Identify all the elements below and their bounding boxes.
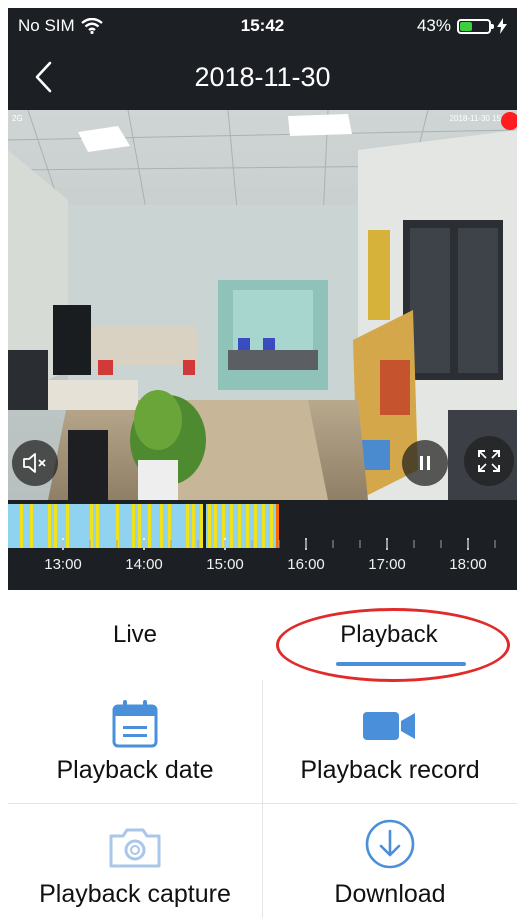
camera-feed-image [8,110,517,500]
status-time: 15:42 [240,16,285,35]
playback-record-button[interactable]: Playback record [263,680,517,800]
recorded-segment [8,504,203,548]
playback-capture-label: Playback capture [39,880,231,908]
battery-fill [460,21,473,31]
video-player[interactable]: 2G 2018-11-30 15 [8,110,517,500]
motion-event-mark [214,504,217,548]
motion-event-mark [200,504,203,548]
timeline-hour-label: 14:00 [125,556,163,573]
playback-timeline[interactable]: 13:00 14:00 15:00 16:00 17:00 18:00 [8,500,517,590]
recording-indicator [501,112,517,130]
motion-event-mark [30,504,33,548]
timeline-hour-label: 17:00 [368,556,406,573]
pause-icon [420,456,430,470]
motion-event-mark [132,504,135,548]
download-label: Download [334,880,446,908]
chevron-left-icon [35,61,52,93]
playback-record-label: Playback record [300,756,480,784]
timeline-hour-label: 16:00 [287,556,325,573]
motion-event-mark [20,504,23,548]
motion-event-mark [246,504,249,548]
nav-bar: 2018-11-30 [8,44,517,110]
timeline-track[interactable] [8,500,517,590]
back-button[interactable] [30,60,60,94]
download-button[interactable]: Download [263,804,517,924]
timeline-hour-label: 18:00 [449,556,487,573]
playback-actions: Playback date Playback record Playback c… [8,680,517,918]
page-title: 2018-11-30 [194,62,331,92]
speaker-mute-icon [23,453,46,473]
motion-event-mark [186,504,189,548]
playback-capture-button[interactable]: Playback capture [8,804,262,924]
motion-event-mark [270,504,273,548]
fullscreen-button[interactable] [464,436,514,486]
fullscreen-icon [478,450,500,472]
motion-event-mark [192,504,195,548]
motion-event-mark [66,504,69,548]
motion-event-mark [208,504,211,548]
timeline-hour-label: 13:00 [44,556,82,573]
playback-date-button[interactable]: Playback date [8,680,262,800]
video-camera-icon [363,712,415,740]
motion-event-mark [262,504,265,548]
charging-icon [497,18,507,34]
timeline-hour-label: 15:00 [206,556,244,573]
download-icon [365,819,415,869]
battery-icon [457,18,494,34]
motion-event-mark [96,504,99,548]
carrier-label: No SIM [18,16,75,35]
status-bar: No SIM 15:42 43% [8,8,517,44]
motion-event-mark [148,504,151,548]
tab-live[interactable]: Live [8,600,262,676]
motion-event-mark [238,504,241,548]
battery-percent: 43% [416,16,451,35]
mute-button[interactable] [12,440,58,486]
overlay-timestamp: 2018-11-30 15 [449,114,501,123]
wifi-icon [80,18,103,34]
overlay-label-left: 2G [12,114,23,123]
pause-button[interactable] [402,440,448,486]
motion-event-mark [254,504,257,548]
motion-event-mark [230,504,233,548]
motion-event-mark [54,504,57,548]
active-tab-indicator [336,662,466,666]
motion-event-mark [48,504,51,548]
motion-event-mark [160,504,163,548]
calendar-icon [112,700,158,748]
motion-event-mark [138,504,141,548]
playback-date-label: Playback date [56,756,214,784]
camera-icon [109,828,161,868]
